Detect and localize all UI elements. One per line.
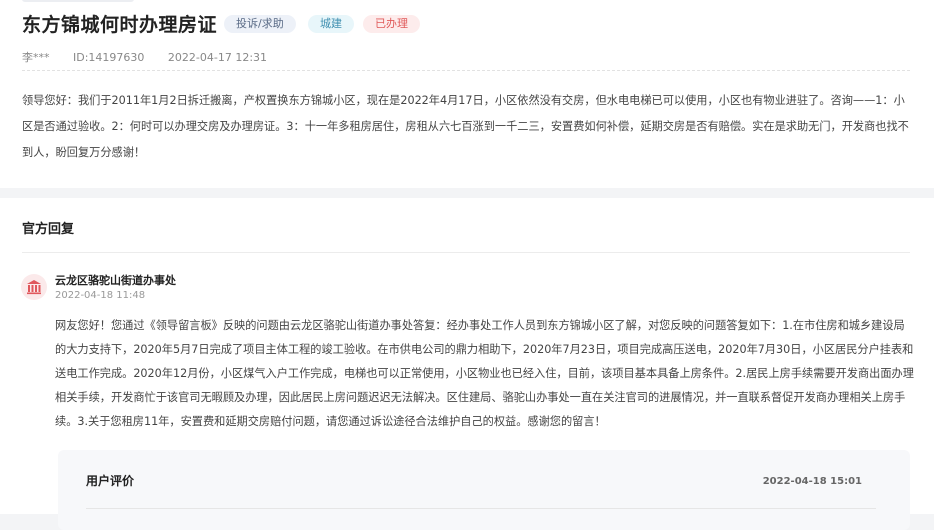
- question-meta: 李*** ID:14197630 2022-04-17 12:31: [22, 49, 287, 65]
- avatar: [21, 274, 47, 300]
- question-time: 2022-04-17 12:31: [167, 51, 268, 64]
- divider: [22, 252, 910, 253]
- user-evaluation-panel: 用户评价 2022-04-18 15:01: [58, 450, 910, 530]
- reply-content: 网友您好！您通过《领导留言板》反映的问题由云龙区骆驼山街道办事处答复：经办事处工…: [55, 319, 914, 428]
- divider: [86, 508, 876, 509]
- evaluation-time: 2022-04-18 15:01: [762, 476, 862, 487]
- question-content: 领导您好：我们于2011年1月2日拆迁搬离，产权置换东方锦城小区，现在是2022…: [22, 94, 909, 159]
- author-name: 李***: [22, 51, 50, 64]
- government-building-icon: [27, 280, 41, 295]
- question-card: 东方锦城何时办理房证 投诉/求助 城建 已办理 李*** ID:14197630…: [0, 0, 934, 188]
- tag-category: 城建: [308, 15, 354, 33]
- page-title: 东方锦城何时办理房证: [22, 14, 218, 36]
- department-name: 云龙区骆驼山街道办事处: [55, 274, 176, 287]
- top-tab-fragment: [22, 0, 134, 2]
- reply-time: 2022-04-18 11:48: [55, 290, 146, 301]
- evaluation-title: 用户评价: [86, 474, 135, 488]
- status-badge: 已办理: [363, 15, 420, 33]
- divider: [22, 70, 910, 71]
- section-title: 官方回复: [22, 222, 75, 237]
- tag-type: 投诉/求助: [224, 15, 296, 33]
- reply-card: 官方回复 云龙区骆驼山街道办事处 2022-04-18 11:48 网友您好！您…: [0, 198, 934, 530]
- question-id: ID:14197630: [73, 51, 145, 64]
